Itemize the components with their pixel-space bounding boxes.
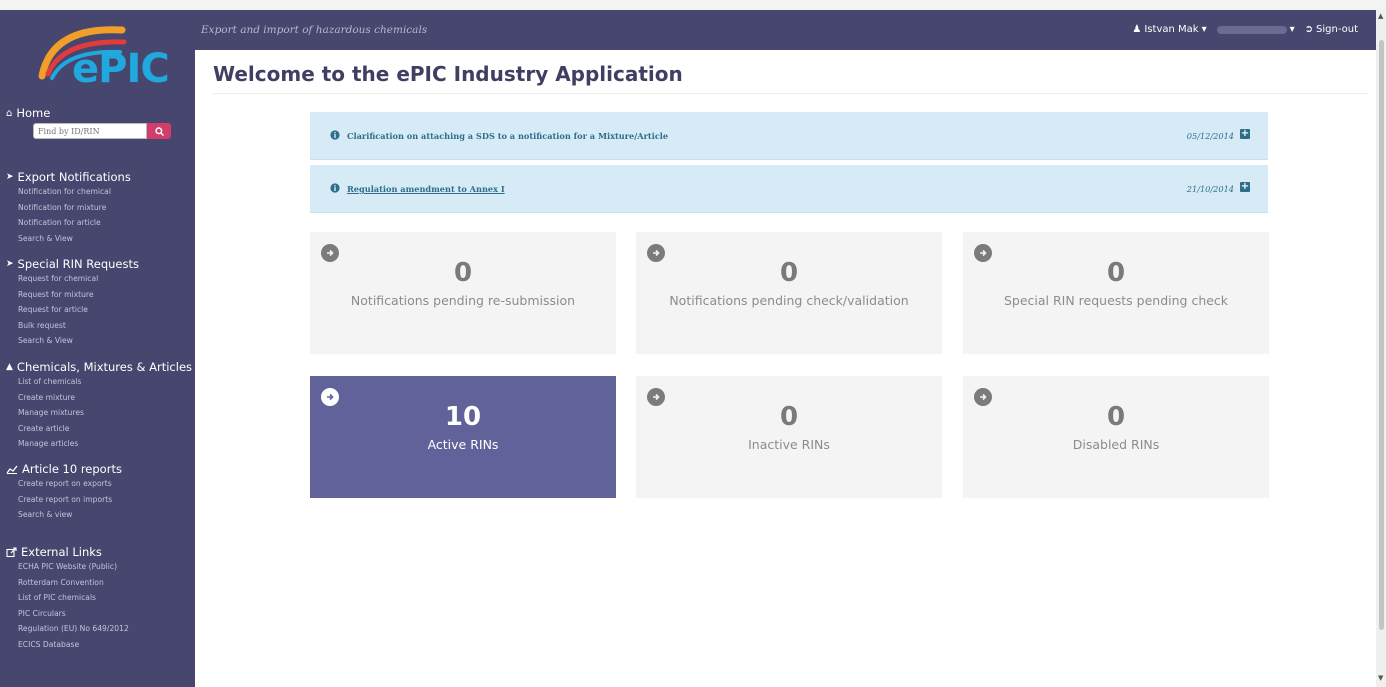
sign-out-icon: ➲ xyxy=(1304,24,1314,35)
notice-title-link[interactable]: Regulation amendment to Annex I xyxy=(347,184,505,194)
sidebar-external-links: External Links ECHA PIC Website (Public)… xyxy=(6,545,129,653)
sidebar-item-regulation-649-2012[interactable]: Regulation (EU) No 649/2012 xyxy=(18,621,129,637)
tile-active-rins[interactable]: 10 Active RINs xyxy=(310,376,616,498)
home-label: Home xyxy=(16,106,51,120)
tile-label: Active RINs xyxy=(427,437,499,452)
sidebar-special-rin-requests: ➤ Special RIN Requests Request for chemi… xyxy=(6,257,139,349)
tile-count: 0 xyxy=(453,258,473,288)
notice-title: Clarification on attaching a SDS to a no… xyxy=(347,131,669,141)
info-icon xyxy=(330,183,340,193)
sidebar-section-header[interactable]: Article 10 reports xyxy=(6,462,122,476)
sign-out-label: Sign-out xyxy=(1316,24,1358,35)
sidebar-item-report-imports[interactable]: Create report on imports xyxy=(18,492,122,508)
tile-special-rin-pending-check[interactable]: 0 Special RIN requests pending check xyxy=(963,232,1269,354)
sidebar-section-header[interactable]: External Links xyxy=(6,545,129,559)
circle-arrow-right-icon: ➤ xyxy=(6,172,14,182)
tile-count: 0 xyxy=(1106,258,1126,288)
caret-down-icon: ▾ xyxy=(1201,24,1207,35)
notice-date: 05/12/2014 xyxy=(1186,131,1234,141)
sidebar-item-notification-chemical[interactable]: Notification for chemical xyxy=(18,184,131,200)
tile-notifications-pending-resubmission[interactable]: 0 Notifications pending re-submission xyxy=(310,232,616,354)
caret-down-icon: ▾ xyxy=(1289,24,1295,35)
sidebar-section-header[interactable]: ▲ Chemicals, Mixtures & Articles xyxy=(6,360,192,374)
tile-label: Special RIN requests pending check xyxy=(1003,293,1229,308)
search-icon xyxy=(154,126,164,136)
title-divider xyxy=(213,93,1368,94)
sidebar-item-echa-pic-website[interactable]: ECHA PIC Website (Public) xyxy=(18,559,129,575)
sidebar-item-create-mixture[interactable]: Create mixture xyxy=(18,390,192,406)
logo-text: ePIC xyxy=(72,46,170,92)
sidebar-item-request-search[interactable]: Search & View xyxy=(18,333,139,349)
scroll-down-icon[interactable]: ▼ xyxy=(1378,674,1383,682)
sidebar-item-request-article[interactable]: Request for article xyxy=(18,302,139,318)
sidebar-export-notifications: ➤ Export Notifications Notification for … xyxy=(6,170,131,246)
external-link-icon xyxy=(6,546,17,557)
tile-count: 0 xyxy=(779,258,799,288)
page-title: Welcome to the ePIC Industry Application xyxy=(213,62,683,86)
organisation-name-redacted xyxy=(1216,25,1287,34)
sidebar-section-header[interactable]: ➤ Export Notifications xyxy=(6,170,131,184)
app-tagline: Export and import of hazardous chemicals xyxy=(201,24,428,36)
scrollbar-thumb[interactable] xyxy=(1379,40,1384,630)
home-icon: ⌂ xyxy=(6,107,13,119)
sidebar-section-header[interactable]: ➤ Special RIN Requests xyxy=(6,257,139,271)
sidebar-item-manage-articles[interactable]: Manage articles xyxy=(18,436,192,452)
sidebar-item-ecics-database[interactable]: ECICS Database xyxy=(18,637,129,653)
tile-inactive-rins[interactable]: 0 Inactive RINs xyxy=(636,376,942,498)
tile-label: Disabled RINs xyxy=(1072,437,1160,452)
sidebar-item-notification-mixture[interactable]: Notification for mixture xyxy=(18,200,131,216)
sidebar-chemicals-mixtures-articles: ▲ Chemicals, Mixtures & Articles List of… xyxy=(6,360,192,452)
organisation-menu[interactable]: ▾ xyxy=(1216,24,1295,35)
expand-plus-icon[interactable]: + xyxy=(1240,129,1250,139)
info-icon xyxy=(330,130,340,140)
find-by-id-input[interactable] xyxy=(33,123,147,139)
sidebar-item-rotterdam-convention[interactable]: Rotterdam Convention xyxy=(18,575,129,591)
expand-plus-icon[interactable]: + xyxy=(1240,182,1250,192)
sidebar-item-list-chemicals[interactable]: List of chemicals xyxy=(18,374,192,390)
browser-top-strip xyxy=(0,0,1386,10)
user-menu[interactable]: ♟ Istvan Mak ▾ xyxy=(1132,24,1206,35)
tile-label: Notifications pending check/validation xyxy=(669,293,909,308)
circle-arrow-right-icon: ➤ xyxy=(6,259,14,269)
search-button[interactable] xyxy=(147,123,171,139)
tile-count: 0 xyxy=(1106,402,1126,432)
notice-date: 21/10/2014 xyxy=(1186,184,1234,194)
tile-count: 10 xyxy=(444,402,482,432)
notice-annex-amendment[interactable]: Regulation amendment to Annex I 21/10/20… xyxy=(310,165,1268,213)
sidebar-item-request-mixture[interactable]: Request for mixture xyxy=(18,287,139,303)
sidebar-item-report-exports[interactable]: Create report on exports xyxy=(18,476,122,492)
find-by-id-form xyxy=(33,123,171,139)
top-header: Export and import of hazardous chemicals… xyxy=(195,10,1376,50)
user-name: Istvan Mak xyxy=(1144,24,1199,35)
sidebar-item-bulk-request[interactable]: Bulk request xyxy=(18,318,139,334)
sidebar-item-notification-article[interactable]: Notification for article xyxy=(18,215,131,231)
sidebar-item-report-search[interactable]: Search & view xyxy=(18,507,122,523)
line-chart-icon xyxy=(6,465,18,474)
epic-logo[interactable]: ePIC xyxy=(12,16,182,98)
sidebar-item-list-pic-chemicals[interactable]: List of PIC chemicals xyxy=(18,590,129,606)
tile-label: Notifications pending re-submission xyxy=(350,293,576,308)
tile-label: Inactive RINs xyxy=(748,437,830,452)
tile-notifications-pending-validation[interactable]: 0 Notifications pending check/validation xyxy=(636,232,942,354)
sidebar-item-notification-search[interactable]: Search & View xyxy=(18,231,131,247)
sidebar-item-manage-mixtures[interactable]: Manage mixtures xyxy=(18,405,192,421)
sidebar-home[interactable]: ⌂ Home xyxy=(6,106,50,120)
sign-out-link[interactable]: ➲ Sign-out xyxy=(1305,24,1358,35)
user-icon: ♟ xyxy=(1132,24,1142,35)
notice-sds-clarification[interactable]: Clarification on attaching a SDS to a no… xyxy=(310,112,1268,160)
scroll-up-icon[interactable]: ▲ xyxy=(1378,12,1383,20)
user-area: ♟ Istvan Mak ▾ ▾ ➲ Sign-out xyxy=(1132,24,1358,35)
sidebar-item-pic-circulars[interactable]: PIC Circulars xyxy=(18,606,129,622)
tile-disabled-rins[interactable]: 0 Disabled RINs xyxy=(963,376,1269,498)
app-frame: Export and import of hazardous chemicals… xyxy=(0,0,1386,687)
sidebar-item-request-chemical[interactable]: Request for chemical xyxy=(18,271,139,287)
sidebar-item-create-article[interactable]: Create article xyxy=(18,421,192,437)
flask-icon: ▲ xyxy=(6,362,13,372)
tile-count: 0 xyxy=(779,402,799,432)
sidebar-article-10-reports: Article 10 reports Create report on expo… xyxy=(6,462,122,523)
